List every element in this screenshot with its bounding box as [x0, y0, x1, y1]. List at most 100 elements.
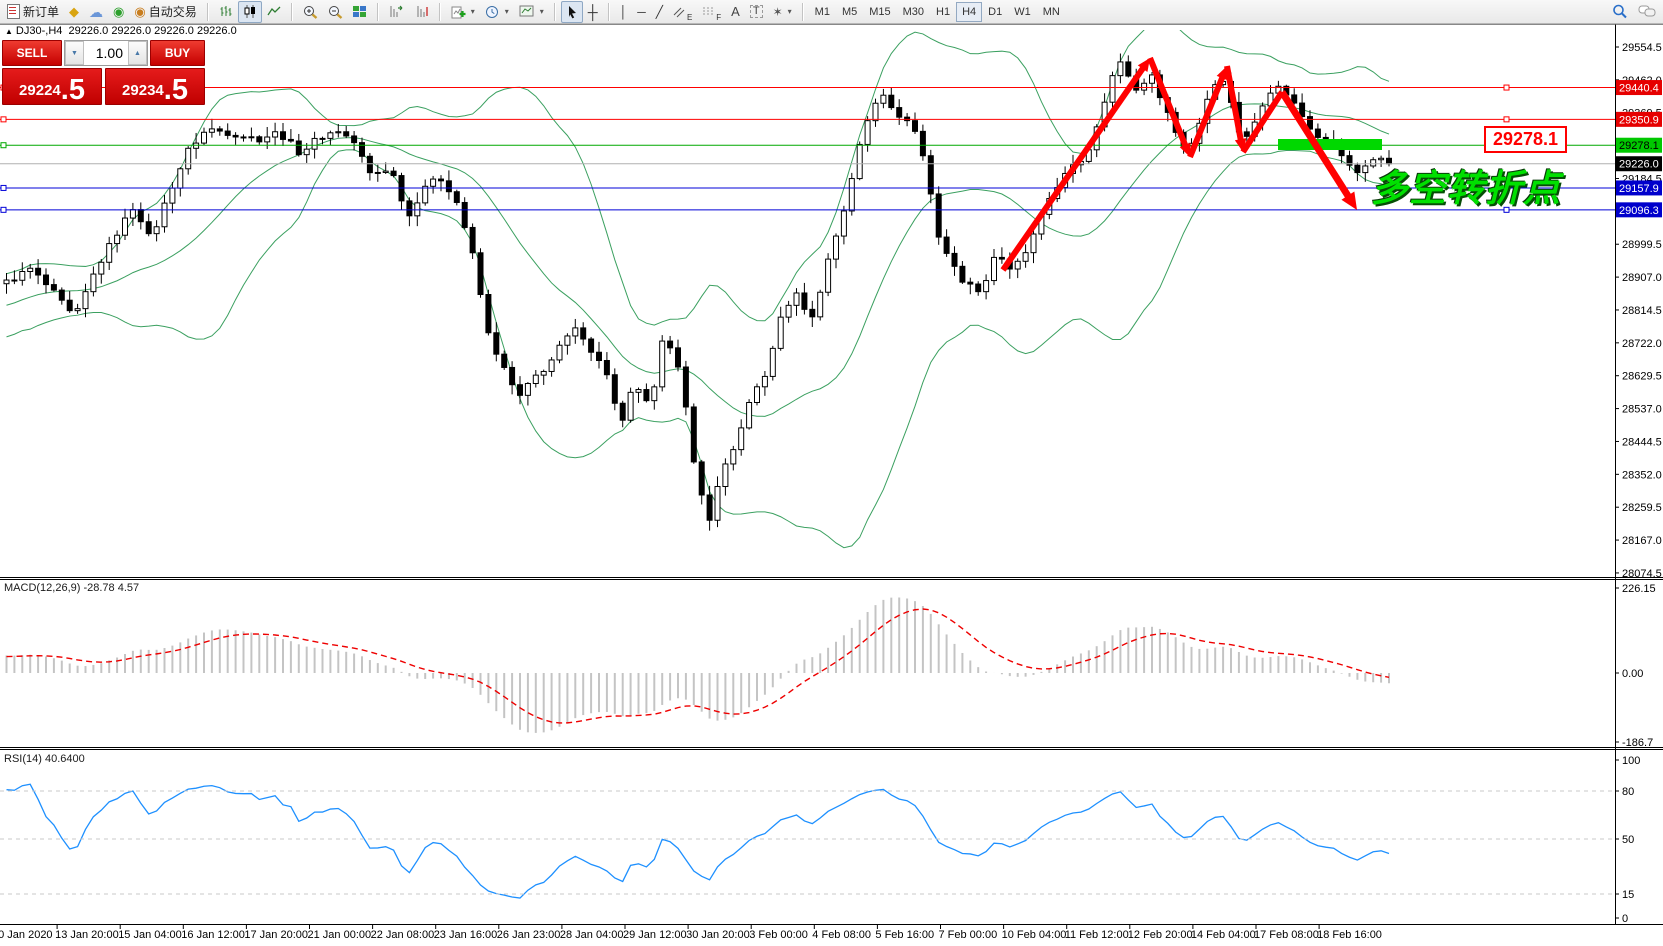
- svg-text:17 Feb 08:00: 17 Feb 08:00: [1254, 929, 1319, 941]
- svg-text:28722.0: 28722.0: [1622, 338, 1662, 350]
- svg-text:28259.5: 28259.5: [1622, 502, 1662, 514]
- price-line-badge: 29440.4: [1616, 80, 1662, 96]
- vertical-line-button[interactable]: │: [615, 1, 633, 23]
- sell-price-display[interactable]: 29224.5: [2, 68, 102, 105]
- chart-area[interactable]: 29554.529462.029369.529277.029184.529092…: [0, 0, 1663, 946]
- bar-chart-icon: [220, 6, 232, 16]
- buy-price-display[interactable]: 29234.5: [105, 68, 205, 105]
- auto-scroll-button[interactable]: [384, 1, 409, 23]
- zoom-out-button[interactable]: [323, 1, 348, 23]
- community-icon: ☁: [89, 3, 104, 20]
- crosshair-button[interactable]: ┼: [583, 1, 603, 23]
- cursor-button[interactable]: [560, 0, 583, 23]
- toolbar-separator: [438, 2, 441, 21]
- svg-text:28907.0: 28907.0: [1622, 272, 1662, 284]
- periods-button[interactable]: [480, 1, 514, 23]
- svg-text:0: 0: [1622, 913, 1628, 925]
- zoom-out-icon: [328, 5, 343, 19]
- macd-label: MACD(12,26,9) -28.78 4.57: [4, 582, 140, 594]
- gold-button[interactable]: ◆: [64, 1, 84, 23]
- timeframe-h4[interactable]: H4: [956, 1, 983, 22]
- price-line-badge: 29096.3: [1616, 202, 1662, 218]
- text-label-icon: T: [749, 5, 763, 18]
- horizontal-line-button[interactable]: ─: [632, 1, 651, 23]
- line-chart-icon: [267, 6, 281, 16]
- arrows-button[interactable]: ✶: [768, 1, 797, 23]
- toolbar-separator: [607, 2, 610, 21]
- timeframe-m1[interactable]: M1: [809, 2, 836, 22]
- chart-title-text: DJ30-,H4 29226.0 29226.0 29226.0 29226.0: [15, 25, 237, 37]
- chat-icon: [1638, 5, 1656, 17]
- zoom-in-button[interactable]: [298, 1, 323, 23]
- timeframe-d1[interactable]: D1: [982, 2, 1008, 22]
- svg-text:50: 50: [1622, 834, 1634, 846]
- tile-windows-button[interactable]: [348, 1, 372, 23]
- volume-value[interactable]: 1.00: [84, 41, 128, 65]
- svg-text:12 Feb 20:00: 12 Feb 20:00: [1128, 929, 1193, 941]
- svg-text:10 Feb 04:00: 10 Feb 04:00: [1002, 929, 1067, 941]
- volume-stepper: ▼ 1.00 ▲: [64, 40, 148, 66]
- candlestick-chart-icon: [244, 5, 255, 18]
- volume-increase-button[interactable]: ▲: [128, 41, 147, 65]
- text-button[interactable]: A: [726, 1, 745, 23]
- chart-shift-button[interactable]: [409, 1, 434, 23]
- svg-text:28074.5: 28074.5: [1622, 568, 1662, 580]
- svg-text:17 Jan 20:00: 17 Jan 20:00: [244, 929, 308, 941]
- svg-text:16 Jan 12:00: 16 Jan 12:00: [181, 929, 245, 941]
- new-order-label: 新订单: [23, 5, 60, 19]
- timeframe-m15[interactable]: M15: [863, 2, 896, 22]
- channel-letter: E: [686, 12, 693, 22]
- indicators-icon: [451, 6, 466, 18]
- toolbar-separator: [290, 2, 293, 21]
- svg-text:29 Jan 12:00: 29 Jan 12:00: [623, 929, 687, 941]
- svg-text:3 Feb 00:00: 3 Feb 00:00: [749, 929, 808, 941]
- svg-text:22 Jan 08:00: 22 Jan 08:00: [371, 929, 435, 941]
- timeframe-m5[interactable]: M5: [836, 2, 863, 22]
- svg-text:226.15: 226.15: [1622, 583, 1656, 595]
- price-level-annotation[interactable]: 29278.1: [1484, 126, 1567, 153]
- bar-chart-button[interactable]: [214, 1, 238, 23]
- indicators-button[interactable]: [446, 1, 480, 23]
- search-icon: [1613, 4, 1627, 19]
- tile-windows-icon: [352, 5, 367, 18]
- price-line-badge: 29350.9: [1616, 111, 1662, 127]
- text-icon: A: [731, 4, 740, 19]
- signal-icon: ◉: [113, 4, 125, 19]
- svg-text:4 Feb 08:00: 4 Feb 08:00: [812, 929, 871, 941]
- templates-button[interactable]: [514, 1, 549, 23]
- svg-text:11 Feb 12:00: 11 Feb 12:00: [1065, 929, 1129, 941]
- volume-decrease-button[interactable]: ▼: [65, 41, 84, 65]
- new-order-button[interactable]: 新订单: [2, 1, 64, 23]
- svg-text:15 Jan 04:00: 15 Jan 04:00: [118, 929, 182, 941]
- svg-text:29157.9: 29157.9: [1619, 183, 1659, 195]
- buy-button[interactable]: BUY: [150, 40, 205, 66]
- line-chart-button[interactable]: [262, 1, 286, 23]
- auto-trading-button[interactable]: ◉ 自动交易: [129, 1, 201, 23]
- highlight-bar[interactable]: [1278, 139, 1382, 150]
- sell-button[interactable]: SELL: [2, 40, 62, 66]
- turning-point-annotation[interactable]: 多空转折点: [1371, 158, 1561, 212]
- svg-text:28352.0: 28352.0: [1622, 469, 1662, 481]
- toolbar-separator: [376, 2, 379, 21]
- svg-text:29350.9: 29350.9: [1619, 114, 1659, 126]
- trendline-button[interactable]: ╱: [651, 1, 668, 23]
- chat-button[interactable]: [1633, 1, 1661, 23]
- svg-text:7 Feb 00:00: 7 Feb 00:00: [939, 929, 998, 941]
- equidistant-channel-button[interactable]: E: [668, 1, 697, 23]
- svg-text:28814.5: 28814.5: [1622, 305, 1662, 317]
- fibonacci-button[interactable]: F: [697, 1, 726, 23]
- svg-text:21 Jan 00:00: 21 Jan 00:00: [308, 929, 372, 941]
- timeframe-w1[interactable]: W1: [1008, 2, 1037, 22]
- sell-price-main: 29224: [19, 82, 61, 99]
- svg-text:28999.5: 28999.5: [1622, 239, 1662, 251]
- symbol-expander-icon[interactable]: ▲: [5, 27, 13, 36]
- new-order-icon: [7, 4, 20, 19]
- search-button[interactable]: [1607, 1, 1633, 23]
- timeframe-mn[interactable]: MN: [1037, 2, 1066, 22]
- candlestick-chart-button[interactable]: [237, 0, 262, 23]
- community-button[interactable]: ☁: [84, 1, 108, 23]
- text-label-button[interactable]: T: [745, 1, 768, 23]
- timeframe-h1[interactable]: H1: [930, 2, 956, 22]
- signal-button[interactable]: ◉: [108, 1, 129, 23]
- timeframe-m30[interactable]: M30: [897, 2, 930, 22]
